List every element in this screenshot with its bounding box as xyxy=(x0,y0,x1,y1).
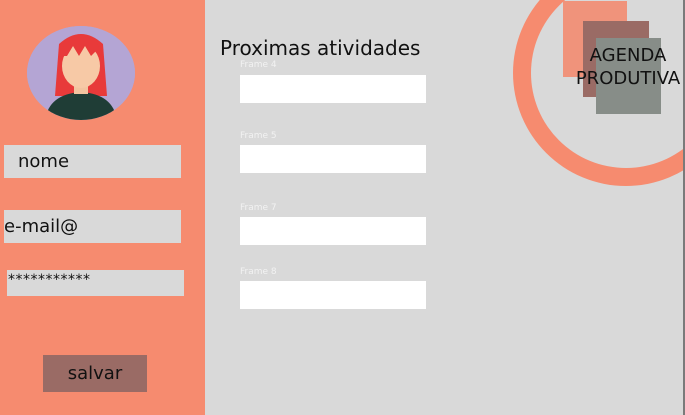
app-screen: nome e-mail@ *********** salvar AGENDA P… xyxy=(0,0,685,415)
activity-frame[interactable] xyxy=(240,75,426,103)
save-button[interactable]: salvar xyxy=(43,355,147,392)
logo-line-1: AGENDA xyxy=(589,45,667,66)
password-field[interactable]: *********** xyxy=(7,270,184,296)
frame-label: Frame 4 xyxy=(240,60,277,70)
profile-panel: nome e-mail@ *********** salvar xyxy=(0,0,205,415)
name-field[interactable]: nome xyxy=(4,145,181,178)
activities-title: Proximas atividades xyxy=(220,36,421,60)
avatar-woman-icon xyxy=(27,26,135,120)
email-field[interactable]: e-mail@ xyxy=(4,210,181,243)
activity-frame[interactable] xyxy=(240,217,426,245)
activity-frame[interactable] xyxy=(240,145,426,173)
frame-label: Frame 8 xyxy=(240,267,277,277)
app-logo-text: AGENDA PRODUTIVA xyxy=(568,44,685,90)
activity-frame[interactable] xyxy=(240,281,426,309)
logo-line-2: PRODUTIVA xyxy=(575,68,681,89)
avatar xyxy=(27,26,135,120)
frame-label: Frame 7 xyxy=(240,203,277,213)
frame-label: Frame 5 xyxy=(240,131,277,141)
